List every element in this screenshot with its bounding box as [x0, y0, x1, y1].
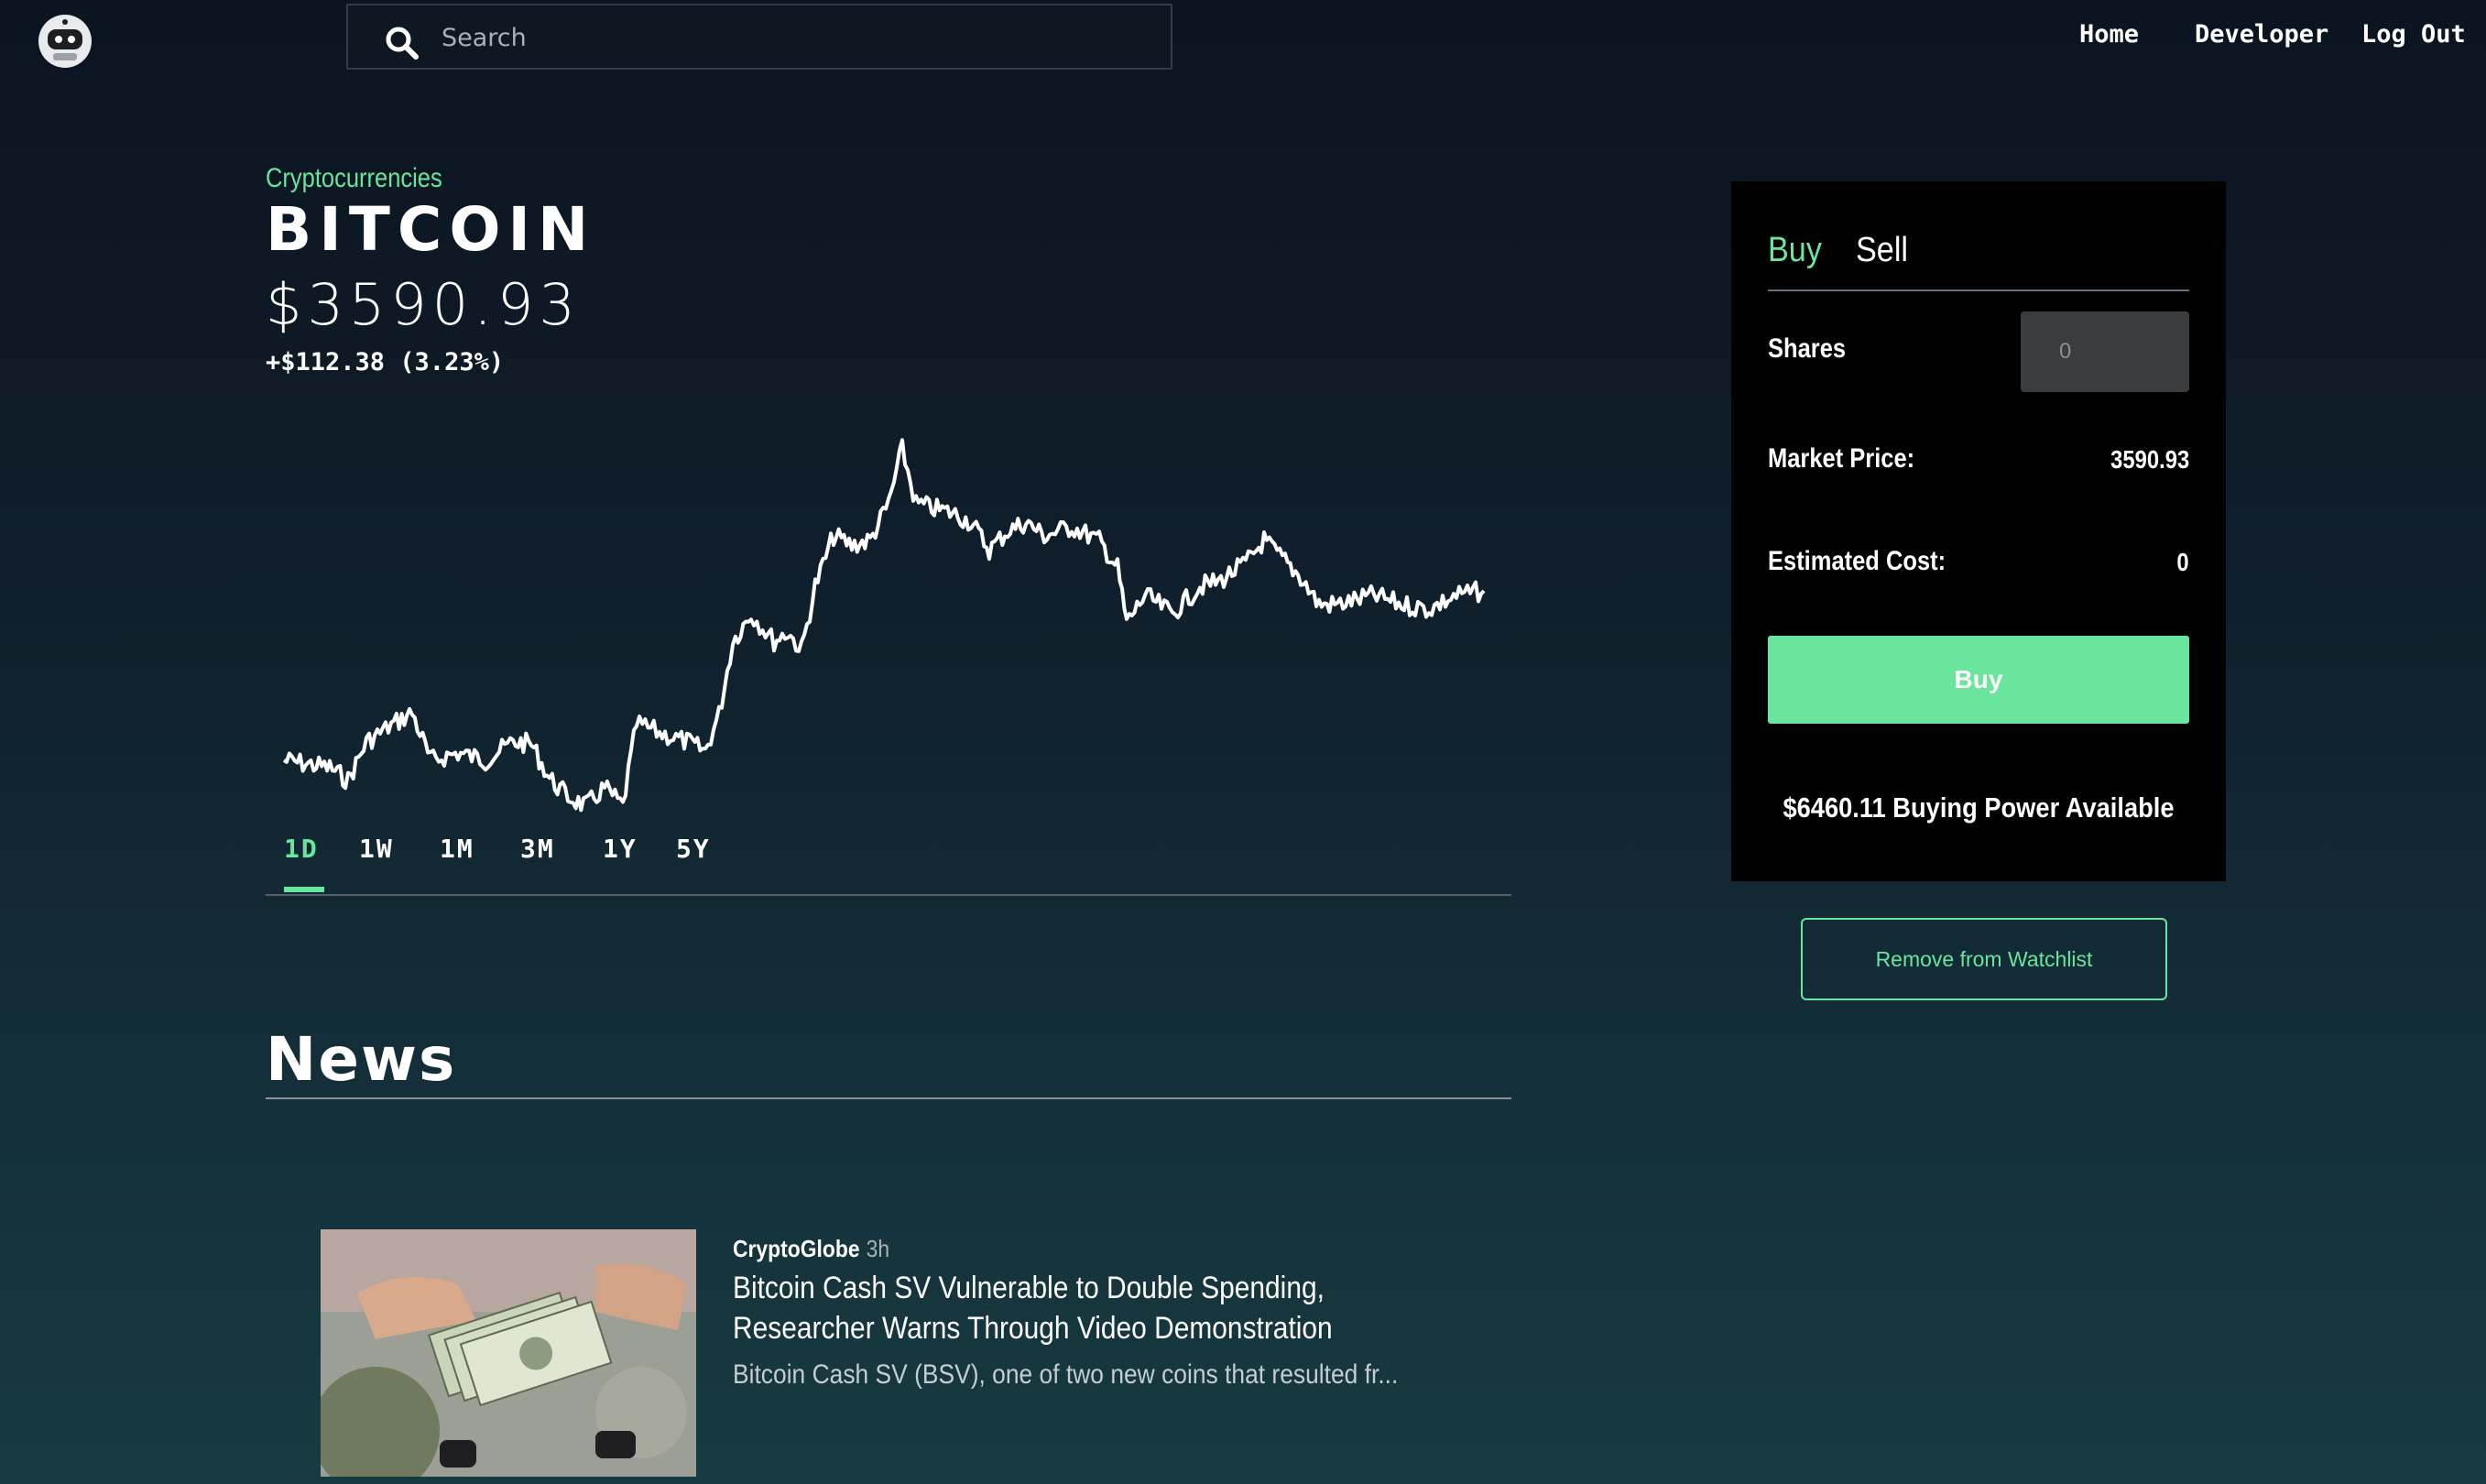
shares-input[interactable]	[2021, 311, 2189, 392]
estimated-cost-label: Estimated Cost:	[1768, 546, 1946, 576]
order-tabs-divider	[1768, 289, 2189, 291]
market-price-label: Market Price:	[1768, 443, 1915, 474]
nav-logout-link[interactable]: Log Out	[2361, 20, 2466, 49]
price-chart[interactable]	[275, 421, 1539, 824]
tab-sell[interactable]: Sell	[1856, 231, 1908, 270]
news-article-headline[interactable]: Bitcoin Cash SV Vulnerable to Double Spe…	[733, 1268, 1458, 1348]
asset-price: $3590.93	[266, 271, 581, 338]
asset-name: BITCOIN	[266, 194, 596, 265]
range-tab-1m[interactable]: 1M	[440, 834, 474, 864]
price-line	[282, 438, 1486, 813]
range-tab-1w[interactable]: 1W	[359, 834, 394, 864]
range-tab-1y[interactable]: 1Y	[603, 834, 638, 864]
order-panel: Buy Sell Shares Market Price: 3590.93 Es…	[1731, 181, 2226, 881]
active-range-indicator	[284, 887, 324, 892]
asset-price-change: +$112.38 (3.23%)	[266, 348, 505, 376]
buy-button[interactable]: Buy	[1768, 636, 2189, 724]
asset-category: Cryptocurrencies	[266, 163, 442, 193]
estimated-cost-value: 0	[2176, 548, 2189, 576]
tab-buy[interactable]: Buy	[1768, 231, 1822, 270]
news-article-time: 3h	[866, 1235, 890, 1262]
astronaut-logo-icon[interactable]	[37, 13, 93, 70]
news-divider	[266, 1097, 1511, 1099]
shares-label: Shares	[1768, 333, 1847, 364]
news-section-title: News	[266, 1024, 457, 1095]
nav-home-link[interactable]: Home	[2079, 20, 2139, 49]
range-tab-3m[interactable]: 3M	[520, 834, 555, 864]
news-article-snippet: Bitcoin Cash SV (BSV), one of two new co…	[733, 1359, 1399, 1390]
news-source-name: CryptoGlobe	[733, 1235, 860, 1262]
range-tab-1d[interactable]: 1D	[284, 834, 319, 864]
search-input[interactable]	[440, 5, 1139, 70]
search-bar[interactable]	[346, 4, 1172, 70]
nav-developer-link[interactable]: Developer	[2195, 20, 2328, 49]
search-icon	[385, 26, 420, 60]
chart-range-tabs: 1D 1W 1M 3M 1Y 5Y	[266, 824, 1511, 896]
buying-power-text: $6460.11 Buying Power Available	[1783, 791, 2175, 824]
news-article-source: CryptoGlobe 3h	[733, 1235, 889, 1263]
range-tab-5y[interactable]: 5Y	[676, 834, 711, 864]
remove-from-watchlist-button[interactable]: Remove from Watchlist	[1801, 918, 2167, 1000]
news-article-image[interactable]	[321, 1229, 696, 1477]
market-price-value: 3590.93	[2110, 445, 2189, 474]
